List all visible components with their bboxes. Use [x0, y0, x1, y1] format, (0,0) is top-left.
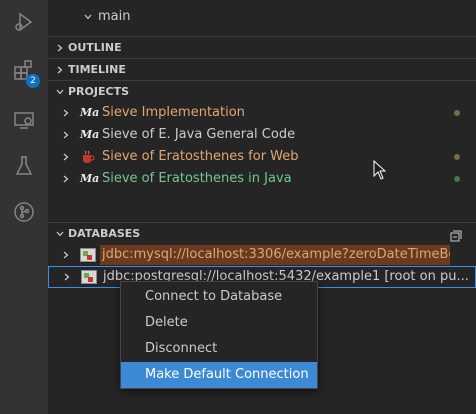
menu-item-make-default[interactable]: Make Default Connection: [121, 362, 317, 388]
project-label: Sieve of Eratosthenes for Web: [102, 149, 299, 164]
section-projects[interactable]: PROJECTS: [48, 80, 476, 102]
chevron-right-icon: [61, 267, 73, 287]
activity-bar: 2: [0, 0, 48, 414]
project-label: Sieve Implementation: [102, 105, 245, 120]
status-dot: [454, 176, 460, 182]
menu-item-connect[interactable]: Connect to Database: [121, 284, 317, 310]
status-dot: [454, 154, 460, 160]
chevron-down-icon: [54, 81, 66, 103]
section-title: OUTLINE: [68, 41, 122, 54]
extensions-icon[interactable]: 2: [0, 48, 48, 92]
database-connection-icon: [80, 248, 96, 262]
section-title: TIMELINE: [68, 63, 126, 76]
chevron-right-icon: [54, 59, 66, 81]
chevron-right-icon: [54, 37, 66, 59]
mouse-cursor-icon: [373, 160, 387, 180]
database-row[interactable]: jdbc:mysql://localhost:3306/example?zero…: [48, 244, 476, 266]
project-row[interactable]: Sieve of Eratosthenes for Web: [48, 146, 476, 168]
menu-item-delete[interactable]: Delete: [121, 310, 317, 336]
database-connection-icon: [81, 270, 97, 284]
context-menu: Connect to Database Delete Disconnect Ma…: [120, 281, 318, 389]
remote-explorer-icon[interactable]: [0, 98, 48, 142]
java-web-icon: [80, 150, 96, 164]
source-control-icon[interactable]: [0, 190, 48, 234]
extensions-badge: 2: [26, 74, 40, 88]
explorer-item-label: main: [98, 9, 131, 24]
database-label: jdbc:mysql://localhost:3306/example?zero…: [100, 245, 450, 265]
section-outline[interactable]: OUTLINE: [48, 36, 476, 58]
chevron-right-icon: [60, 146, 72, 168]
status-dot: [454, 110, 460, 116]
maven-icon: Ma: [80, 106, 100, 119]
maven-icon: Ma: [80, 172, 100, 185]
project-label: Sieve of Eratosthenes in Java: [102, 171, 292, 186]
chevron-right-icon: [60, 244, 72, 266]
section-databases[interactable]: DATABASES: [48, 222, 476, 244]
project-label: Sieve of E. Java General Code: [102, 127, 296, 142]
menu-item-disconnect[interactable]: Disconnect: [121, 336, 317, 362]
section-title: DATABASES: [68, 227, 141, 240]
chevron-down-icon: [54, 223, 66, 245]
chevron-down-icon: [82, 6, 94, 28]
section-title: PROJECTS: [68, 85, 129, 98]
chevron-right-icon: [60, 124, 72, 146]
testing-icon[interactable]: [0, 144, 48, 188]
chevron-right-icon: [60, 168, 72, 190]
project-row[interactable]: Ma Sieve of Eratosthenes in Java: [48, 168, 476, 190]
chevron-right-icon: [60, 102, 72, 124]
maven-icon: Ma: [80, 128, 100, 141]
project-row[interactable]: Ma Sieve Implementation: [48, 102, 476, 124]
project-row[interactable]: Ma Sieve of E. Java General Code: [48, 124, 476, 146]
run-debug-icon[interactable]: [0, 0, 48, 44]
section-timeline[interactable]: TIMELINE: [48, 58, 476, 80]
explorer-item-main[interactable]: main: [48, 6, 476, 28]
